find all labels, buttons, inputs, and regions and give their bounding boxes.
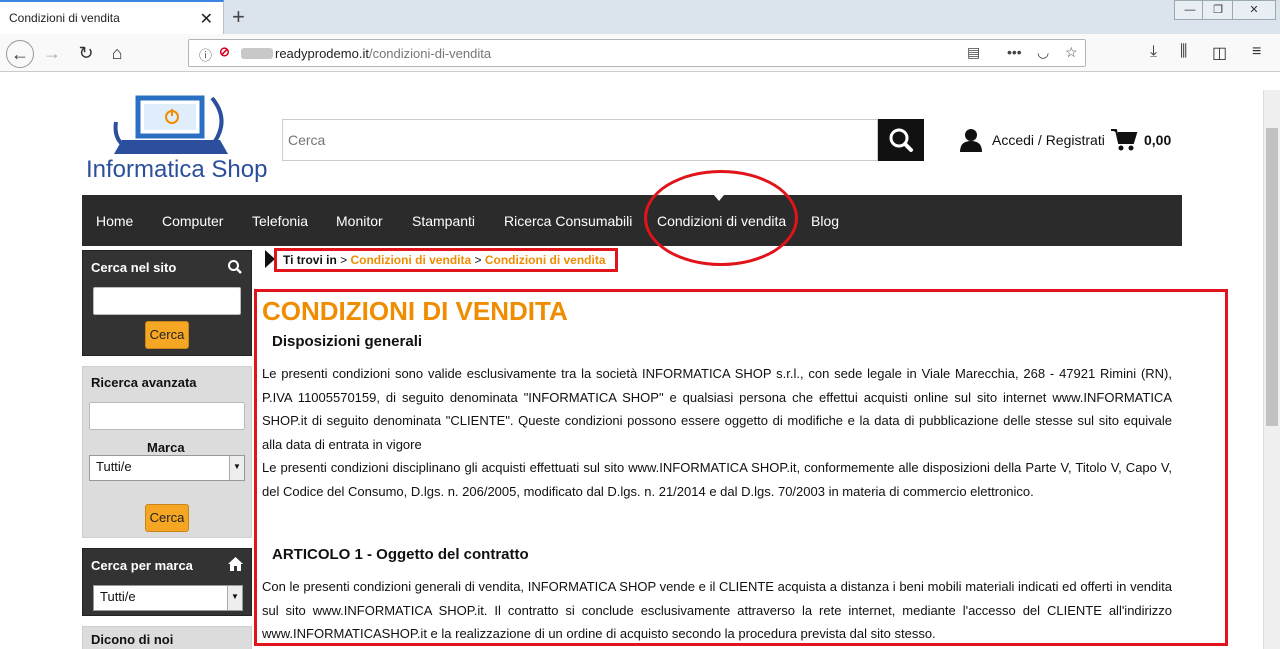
back-arrow-icon[interactable]: ← xyxy=(6,40,34,68)
testimonials-title: Dicono di noi xyxy=(91,632,174,647)
brand-select[interactable]: Tutti/e ▼ xyxy=(89,455,245,481)
menu-item-ricerca-consumabili[interactable]: Ricerca Consumabili xyxy=(504,213,632,229)
info-icon[interactable]: ⓘ xyxy=(199,45,212,64)
breadcrumb-separator: > xyxy=(471,253,485,267)
sidebar-search-input[interactable] xyxy=(93,287,241,315)
new-tab-icon[interactable]: + xyxy=(232,4,245,30)
highlight-ellipse xyxy=(644,170,798,266)
menu-item-stampanti[interactable]: Stampanti xyxy=(412,213,475,229)
site-search-input[interactable] xyxy=(283,120,877,160)
advanced-search-panel: Ricerca avanzata Marca Tutti/e ▼ Cerca xyxy=(82,366,252,538)
section-heading-general: Disposizioni generali xyxy=(272,333,423,350)
home-icon[interactable]: ⌂ xyxy=(103,40,131,68)
sidebar-search-button[interactable]: Cerca xyxy=(145,321,189,349)
search-icon xyxy=(228,260,242,274)
insecure-lock-icon[interactable]: ⊘ xyxy=(219,44,230,60)
browser-navbar: ← → ↻ ⌂ ⓘ ⊘ readyprodemo.it/condizioni-d… xyxy=(0,34,1280,72)
tab-title: Condizioni di vendita xyxy=(9,11,120,25)
url-redacted xyxy=(241,48,273,59)
brand-filter-value: Tutti/e xyxy=(100,589,136,604)
menu-item-telefonia[interactable]: Telefonia xyxy=(252,213,308,229)
home-icon xyxy=(228,557,243,571)
main-menu: Home Computer Telefonia Monitor Stampant… xyxy=(82,195,1182,246)
url-bar[interactable]: ⓘ ⊘ readyprodemo.it/condizioni-di-vendit… xyxy=(188,39,1086,67)
forward-arrow-icon[interactable]: → xyxy=(38,40,66,68)
advanced-search-input[interactable] xyxy=(89,402,245,430)
menu-icon[interactable]: ≡ xyxy=(1252,43,1261,61)
paragraph-general-2: Le presenti condizioni disciplinano gli … xyxy=(262,460,1172,499)
pocket-icon[interactable]: ◡ xyxy=(1037,44,1049,61)
chevron-down-icon: ▼ xyxy=(229,456,244,480)
url-text: readyprodemo.it/condizioni-di-vendita xyxy=(275,46,492,61)
page-scrollbar[interactable] xyxy=(1263,90,1280,649)
brand-search-title: Cerca per marca xyxy=(91,558,193,573)
more-actions-icon[interactable]: ••• xyxy=(1007,44,1022,60)
reader-view-icon[interactable]: ▤ xyxy=(967,44,980,61)
library-icon[interactable]: ⫼ xyxy=(1180,43,1187,61)
browser-tab[interactable]: Condizioni di vendita ✕ xyxy=(0,0,224,34)
menu-item-home[interactable]: Home xyxy=(96,213,133,229)
cart-icon[interactable] xyxy=(1110,128,1138,152)
search-button[interactable] xyxy=(878,119,924,161)
breadcrumb-link-1[interactable]: Condizioni di vendita xyxy=(350,253,471,267)
advanced-search-title: Ricerca avanzata xyxy=(91,375,197,390)
scrollbar-thumb[interactable] xyxy=(1266,128,1278,426)
brand-search-panel: Cerca per marca Tutti/e ▼ xyxy=(82,548,252,616)
advanced-search-button[interactable]: Cerca xyxy=(145,504,189,532)
bookmark-star-icon[interactable]: ☆ xyxy=(1065,44,1078,61)
search-icon xyxy=(889,128,913,152)
breadcrumb: Ti trovi in > Condizioni di vendita > Co… xyxy=(283,253,606,267)
menu-item-blog[interactable]: Blog xyxy=(811,213,839,229)
breadcrumb-label: Ti trovi in xyxy=(283,253,337,267)
sidebar-icon[interactable]: ◫ xyxy=(1212,43,1227,63)
testimonials-panel: Dicono di noi xyxy=(82,626,252,649)
window-close-icon[interactable]: ✕ xyxy=(1232,0,1276,20)
reload-icon[interactable]: ↻ xyxy=(72,40,100,68)
cart-total[interactable]: 0,00 xyxy=(1144,132,1171,148)
user-icon[interactable] xyxy=(958,127,984,153)
restore-icon[interactable]: ❐ xyxy=(1202,0,1234,20)
logo-text: Informatica Shop xyxy=(86,156,268,183)
breadcrumb-separator: > xyxy=(336,253,351,267)
sidebar-search-title: Cerca nel sito xyxy=(91,260,177,275)
close-tab-icon[interactable]: ✕ xyxy=(200,9,213,29)
chevron-down-icon: ▼ xyxy=(227,586,242,610)
page-title: CONDIZIONI DI VENDITA xyxy=(262,296,568,326)
brand-select-value: Tutti/e xyxy=(96,459,132,474)
section-heading-article-1: ARTICOLO 1 - Oggetto del contratto xyxy=(272,546,529,563)
breadcrumb-link-2[interactable]: Condizioni di vendita xyxy=(485,253,606,267)
paragraph-article-1: Con le presenti condizioni generali di v… xyxy=(262,579,1172,641)
brand-filter-select[interactable]: Tutti/e ▼ xyxy=(93,585,243,611)
sidebar-search-panel: Cerca nel sito Cerca xyxy=(82,250,252,356)
menu-item-computer[interactable]: Computer xyxy=(162,213,223,229)
menu-item-monitor[interactable]: Monitor xyxy=(336,213,383,229)
browser-tabbar: Condizioni di vendita ✕ + — ❐ ✕ xyxy=(0,0,1280,34)
site-logo[interactable]: Informatica Shop xyxy=(82,92,272,188)
laptop-logo-icon xyxy=(113,95,228,154)
login-register-link[interactable]: Accedi / Registrati xyxy=(992,132,1105,148)
site-search-box[interactable] xyxy=(282,119,878,161)
paragraph-general-1: Le presenti condizioni sono valide esclu… xyxy=(262,366,1172,452)
brand-label: Marca xyxy=(147,440,185,455)
download-icon[interactable]: ⤓ xyxy=(1150,43,1157,61)
